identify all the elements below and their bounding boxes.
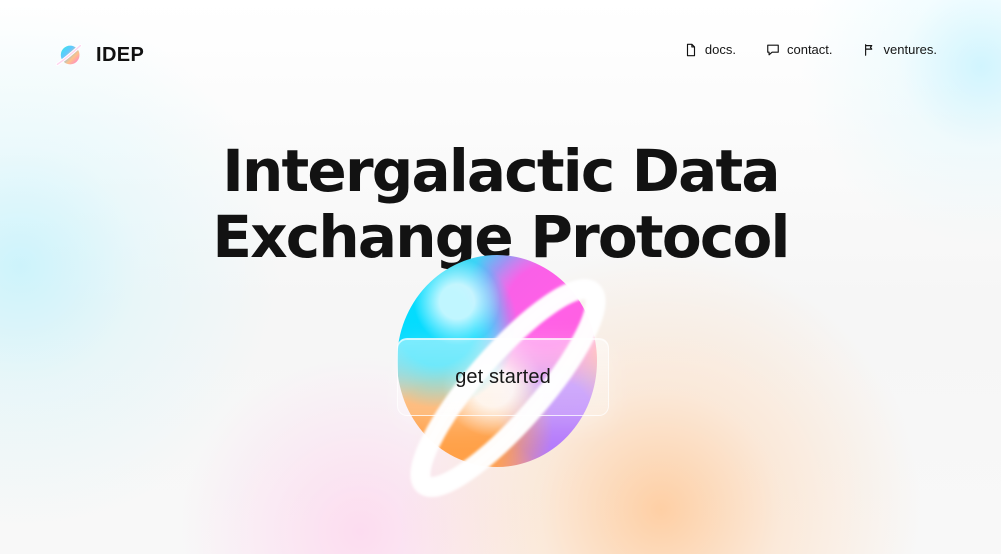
brand-name: IDEP [96,43,145,66]
planet-logo-icon [55,43,83,67]
nav-item-label: contact. [786,42,833,57]
nav-item-docs[interactable]: docs. [684,42,736,57]
flag-icon [864,43,872,56]
document-icon [686,43,695,56]
get-started-button[interactable]: get started [397,338,609,416]
nav-item-label: ventures. [883,42,937,57]
chat-icon [767,44,779,55]
nav-item-contact[interactable]: contact. [766,42,833,57]
nav-item-label: docs. [704,42,736,57]
nav-item-ventures[interactable]: ventures. [863,42,937,57]
logo[interactable]: IDEP [54,37,146,73]
top-navigation: docs. contact. ventures. [684,42,937,57]
get-started-button-label: get started [455,365,551,388]
